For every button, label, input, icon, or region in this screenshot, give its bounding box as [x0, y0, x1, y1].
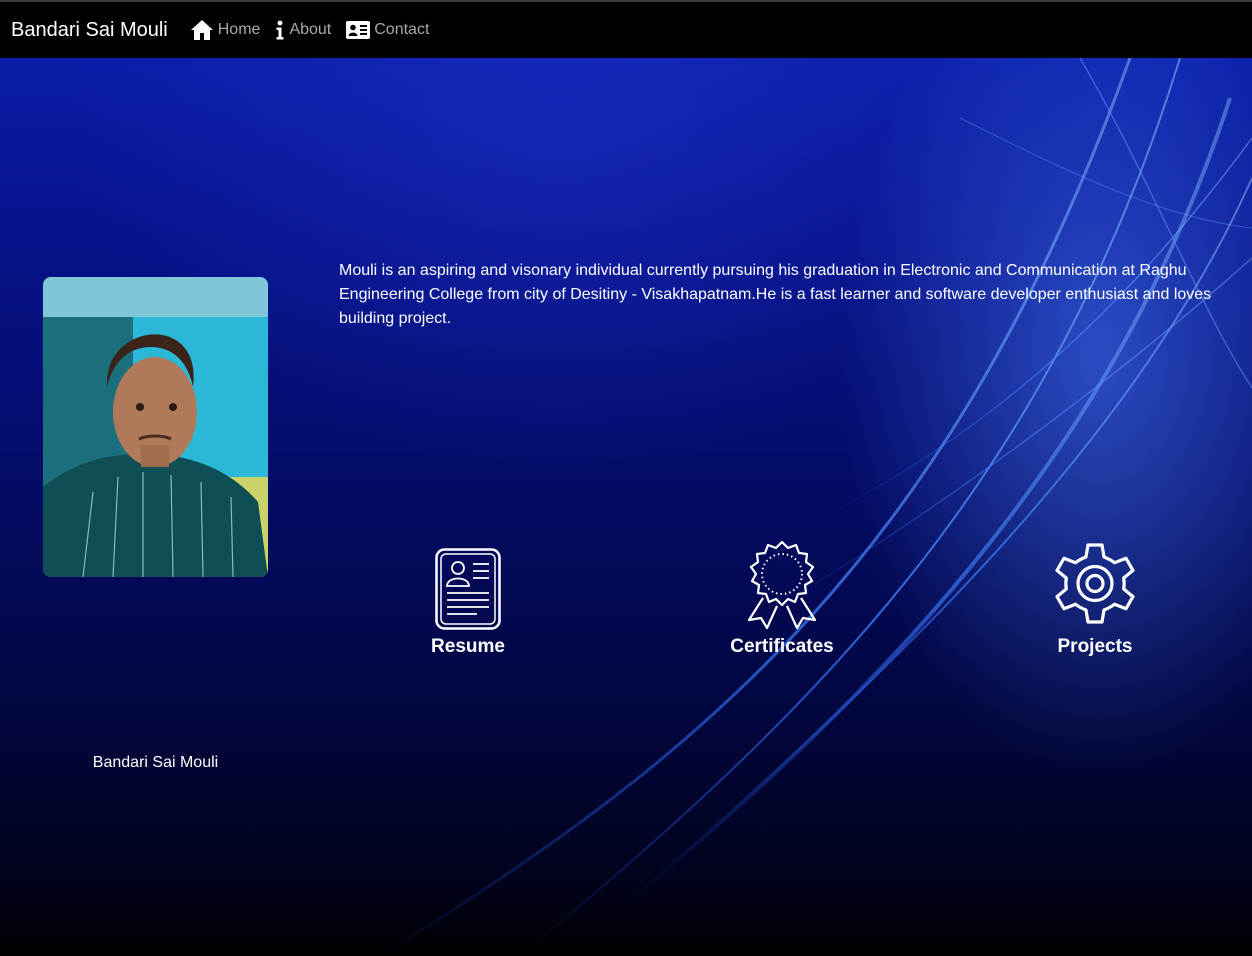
- hero-section: Mouli is an aspiring and visonary indivi…: [0, 58, 1252, 956]
- contact-card-icon: [346, 21, 371, 39]
- nav-link-about-label: About: [289, 21, 332, 38]
- nav-link-about[interactable]: About: [275, 20, 331, 40]
- home-icon: [190, 19, 214, 41]
- gear-icon: [1005, 538, 1185, 630]
- nav-link-home-label: Home: [217, 21, 261, 38]
- resume-icon: [378, 538, 558, 630]
- nav-link-contact-label: Contact: [374, 21, 430, 38]
- nav-link-home[interactable]: Home: [190, 19, 261, 41]
- info-icon: [275, 20, 285, 40]
- certificate-badge-icon: [692, 538, 872, 630]
- certificates-label: Certificates: [730, 636, 834, 657]
- top-navbar: Bandari Sai Mouli Home About Contact: [0, 0, 1252, 58]
- certificates-card[interactable]: Certificates: [692, 538, 872, 658]
- profile-photo: [43, 277, 268, 577]
- navbar-brand[interactable]: Bandari Sai Mouli: [11, 19, 168, 42]
- projects-label: Projects: [1057, 636, 1133, 657]
- projects-card[interactable]: Projects: [1005, 538, 1185, 658]
- nav-link-contact[interactable]: Contact: [346, 21, 429, 39]
- resume-label: Resume: [431, 636, 505, 657]
- resume-card[interactable]: Resume: [378, 538, 558, 658]
- bio-paragraph: Mouli is an aspiring and visonary indivi…: [339, 262, 1212, 327]
- profile-name: Bandari Sai Mouli: [92, 754, 219, 771]
